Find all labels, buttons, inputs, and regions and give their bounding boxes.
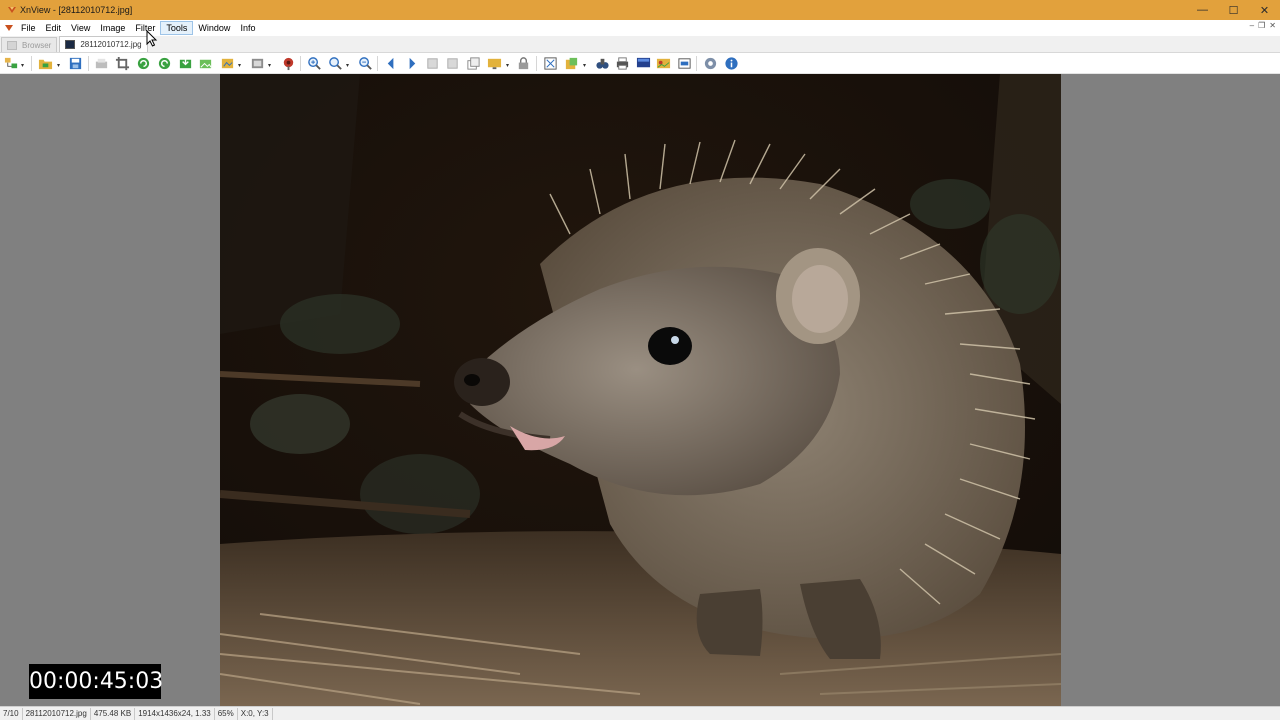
toolbar: ▾ ▾ ▾ ▾ ▾ ▾ ▾ bbox=[0, 53, 1280, 74]
export-icon[interactable] bbox=[177, 55, 193, 71]
photo-edit-icon[interactable] bbox=[655, 55, 671, 71]
print-preview-icon[interactable] bbox=[93, 55, 109, 71]
print-icon[interactable] bbox=[614, 55, 630, 71]
red-eye-icon[interactable] bbox=[280, 55, 296, 71]
filmstrip-dropdown-icon[interactable]: ▾ bbox=[268, 62, 271, 69]
timecode-overlay: 00:00:45:03 bbox=[29, 664, 163, 699]
hedgehog-photo bbox=[220, 74, 1061, 706]
next-icon[interactable] bbox=[403, 55, 419, 71]
tab-bar: Browser 28112010712.jpg bbox=[0, 36, 1280, 53]
status-coords: X:0, Y:3 bbox=[238, 707, 273, 720]
minimize-button[interactable]: — bbox=[1187, 0, 1218, 20]
mdi-minimize-button[interactable]: – bbox=[1250, 21, 1254, 30]
menu-view[interactable]: View bbox=[66, 21, 95, 35]
zoom-in-icon[interactable] bbox=[306, 55, 322, 71]
menu-info[interactable]: Info bbox=[235, 21, 260, 35]
menu-window[interactable]: Window bbox=[193, 21, 235, 35]
settings-icon[interactable] bbox=[702, 55, 718, 71]
menu-image[interactable]: Image bbox=[95, 21, 130, 35]
title-bar: XnView - [28112010712.jpg] — ☐ ✕ bbox=[0, 0, 1280, 20]
image-tab-icon bbox=[65, 40, 76, 49]
menu-edit[interactable]: Edit bbox=[41, 21, 67, 35]
menu-tools[interactable]: Tools bbox=[160, 21, 194, 35]
browser-dropdown-icon[interactable]: ▾ bbox=[21, 62, 24, 69]
open-folder-icon[interactable] bbox=[37, 55, 53, 71]
mouse-cursor-icon bbox=[146, 29, 158, 48]
app-icon bbox=[4, 2, 20, 18]
status-filesize: 475.48 KB bbox=[91, 707, 136, 720]
tab-image-label: 28112010712.jpg bbox=[80, 40, 142, 49]
toolbar-separator bbox=[377, 56, 378, 71]
wallpaper-dropdown-icon[interactable]: ▾ bbox=[506, 62, 509, 69]
open-dropdown-icon[interactable]: ▾ bbox=[57, 62, 60, 69]
status-dimensions: 1914x1436x24, 1.33 bbox=[135, 707, 215, 720]
zoom-dropdown-icon[interactable]: ▾ bbox=[346, 62, 349, 69]
last-icon[interactable] bbox=[444, 55, 460, 71]
status-index: 7/10 bbox=[0, 707, 23, 720]
slideshow-icon[interactable] bbox=[219, 55, 235, 71]
rotate-right-icon[interactable] bbox=[156, 55, 172, 71]
browser-tab-icon bbox=[7, 40, 17, 50]
mdi-close-button[interactable]: ✕ bbox=[1269, 21, 1276, 30]
mdi-restore-button[interactable]: ❐ bbox=[1258, 21, 1265, 30]
info-icon[interactable] bbox=[723, 55, 739, 71]
wallpaper-icon[interactable] bbox=[486, 55, 502, 71]
status-bar: 7/10 28112010712.jpg 475.48 KB 1914x1436… bbox=[0, 706, 1280, 720]
image-viewer[interactable] bbox=[0, 74, 1280, 706]
status-zoom: 65% bbox=[215, 707, 238, 720]
browser-tree-icon[interactable] bbox=[3, 55, 19, 71]
close-button[interactable]: ✕ bbox=[1249, 0, 1280, 20]
fit-icon[interactable] bbox=[542, 55, 558, 71]
monitor-icon[interactable] bbox=[635, 55, 651, 71]
tab-browser[interactable]: Browser bbox=[1, 37, 58, 52]
menu-bar: File Edit View Image Filter Tools Window… bbox=[0, 20, 1280, 36]
tab-image[interactable]: 28112010712.jpg bbox=[59, 36, 148, 52]
filmstrip-icon[interactable] bbox=[249, 55, 265, 71]
paste-icon[interactable] bbox=[563, 55, 579, 71]
crop-icon[interactable] bbox=[114, 55, 130, 71]
status-filename: 28112010712.jpg bbox=[23, 707, 91, 720]
first-icon[interactable] bbox=[424, 55, 440, 71]
zoom-icon[interactable] bbox=[327, 55, 343, 71]
tab-browser-label: Browser bbox=[22, 40, 52, 50]
previous-icon[interactable] bbox=[383, 55, 399, 71]
menu-file[interactable]: File bbox=[16, 21, 41, 35]
scanner-icon[interactable] bbox=[676, 55, 692, 71]
paste-dropdown-icon[interactable]: ▾ bbox=[583, 62, 586, 69]
toolbar-separator bbox=[88, 56, 89, 71]
toolbar-separator bbox=[31, 56, 32, 71]
window-title: XnView - [28112010712.jpg] bbox=[20, 5, 133, 15]
system-menu-icon[interactable] bbox=[2, 23, 16, 33]
copy-icon[interactable] bbox=[465, 55, 481, 71]
maximize-button[interactable]: ☐ bbox=[1218, 0, 1249, 20]
rotate-left-icon[interactable] bbox=[135, 55, 151, 71]
zoom-out-icon[interactable] bbox=[357, 55, 373, 71]
toolbar-separator bbox=[300, 56, 301, 71]
toolbar-separator bbox=[696, 56, 697, 71]
acquire-icon[interactable] bbox=[197, 55, 213, 71]
save-icon[interactable] bbox=[67, 55, 83, 71]
lock-icon[interactable] bbox=[515, 55, 531, 71]
toolbar-separator bbox=[536, 56, 537, 71]
find-icon[interactable] bbox=[594, 55, 610, 71]
slideshow-dropdown-icon[interactable]: ▾ bbox=[238, 62, 241, 69]
